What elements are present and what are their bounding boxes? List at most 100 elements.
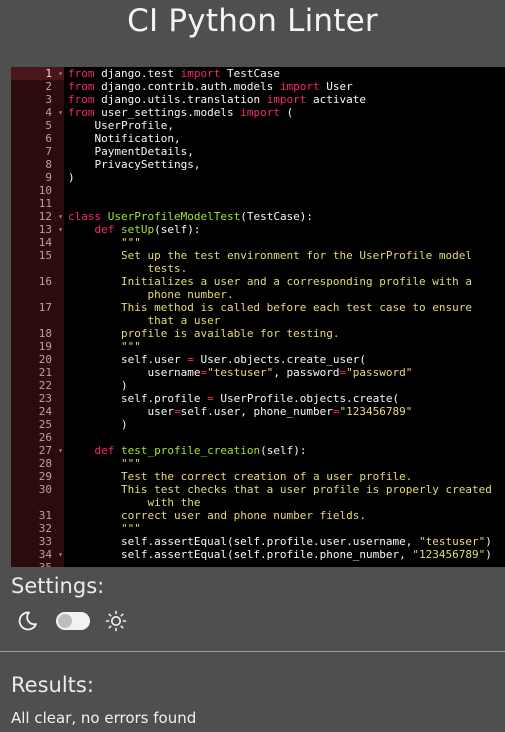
code-line[interactable]: 2 from django.contrib.auth.models import … <box>11 80 505 93</box>
toggle-knob <box>58 614 72 628</box>
string-token: phone number. <box>147 288 234 301</box>
settings-row <box>15 609 128 633</box>
code-line[interactable]: 19 """ <box>11 340 505 353</box>
code-token: self.assertEqual(self.profile.phone_numb… <box>68 548 413 561</box>
code-token: self.profile <box>68 392 208 405</box>
line-number: 6 <box>45 132 52 145</box>
code-line[interactable]: 9) <box>11 171 505 184</box>
code-line[interactable]: 1 ▾ from django.test import TestCase <box>11 67 505 80</box>
code-line[interactable]: 33 self.assertEqual(self.profile.user.us… <box>11 535 505 548</box>
line-number: 29 <box>38 470 52 483</box>
code-token: ) <box>68 171 75 184</box>
line-number: 1 ▾ <box>11 67 64 80</box>
code-token: username <box>68 366 201 379</box>
code-token: UserProfile.objects.create( <box>213 392 400 405</box>
code-line[interactable]: 24 user=self.user, phone_number="1234567… <box>11 405 505 418</box>
page-title: CI Python Linter <box>127 3 378 39</box>
code-line[interactable]: 4 ▾ from user_settings.models import ( <box>11 106 505 119</box>
theme-toggle[interactable] <box>56 612 90 630</box>
code-line[interactable]: 13 ▾ def setUp(self): <box>11 223 505 236</box>
sun-icon[interactable] <box>104 609 128 633</box>
keyword-token: import <box>180 67 221 80</box>
keyword-token: = <box>173 405 181 418</box>
code-line[interactable]: 6 Notification, <box>11 132 505 145</box>
keyword-token: from <box>68 106 95 119</box>
code-token: user_settings.models <box>94 106 241 119</box>
code-text: that a user <box>64 314 220 327</box>
code-line[interactable]: 5 UserProfile, <box>11 119 505 132</box>
code-text: profile is available for testing. <box>64 327 340 340</box>
code-line[interactable]: 32 """ <box>11 522 505 535</box>
fold-arrow-icon[interactable]: ▾ <box>58 223 63 236</box>
code-text: UserProfile, <box>64 119 173 132</box>
code-line[interactable]: 20 self.user = User.objects.create_user( <box>11 353 505 366</box>
code-line[interactable]: 22 ) <box>11 379 505 392</box>
keyword-token: import <box>279 80 320 93</box>
code-text: This test checks that a user profile is … <box>64 483 492 496</box>
code-line[interactable]: 15 Set up the test environment for the U… <box>11 249 505 262</box>
code-text: correct user and phone number fields. <box>64 509 366 522</box>
code-line[interactable]: 30 This test checks that a user profile … <box>11 483 505 496</box>
line-number <box>11 496 64 509</box>
code-line[interactable]: 29 Test the correct creation of a user p… <box>11 470 505 483</box>
code-token: user <box>68 405 174 418</box>
code-line[interactable]: with the <box>11 496 505 509</box>
line-number: 3 <box>45 93 52 106</box>
code-line[interactable]: 26 <box>11 431 505 444</box>
keyword-token: from <box>68 67 95 80</box>
code-line[interactable]: 8 PrivacySettings, <box>11 158 505 171</box>
code-line[interactable]: 14 """ <box>11 236 505 249</box>
keyword-token: from <box>68 80 95 93</box>
code-text: username="testuser", password="password" <box>64 366 412 379</box>
code-editor[interactable]: 1 ▾ from django.test import TestCase 2 from … <box>11 67 505 567</box>
code-line[interactable]: phone number. <box>11 288 505 301</box>
code-token: PaymentDetails, <box>68 145 194 158</box>
moon-icon[interactable] <box>15 609 39 633</box>
code-token: (TestCase): <box>240 210 314 223</box>
code-line[interactable]: 10 <box>11 184 505 197</box>
code-text: Notification, <box>64 132 181 145</box>
code-line[interactable]: 27 ▾ def test_profile_creation(self): <box>11 444 505 457</box>
line-number <box>11 262 64 275</box>
code-line[interactable]: tests. <box>11 262 505 275</box>
code-line[interactable]: 7 PaymentDetails, <box>11 145 505 158</box>
code-line[interactable]: 28 """ <box>11 457 505 470</box>
code-line[interactable]: 3 from django.utils.translation import ac… <box>11 93 505 106</box>
code-line[interactable]: 31 correct user and phone number fields. <box>11 509 505 522</box>
function-name-token: setUp <box>121 223 155 236</box>
code-line[interactable]: 17 This method is called before each tes… <box>11 301 505 314</box>
code-token: Notification, <box>68 132 181 145</box>
fold-arrow-icon[interactable]: ▾ <box>58 210 63 223</box>
code-line[interactable]: 25 ) <box>11 418 505 431</box>
line-number: 15 <box>38 249 52 262</box>
string-token: """ <box>120 236 141 249</box>
fold-arrow-icon[interactable]: ▾ <box>58 444 63 457</box>
code-line[interactable]: 18 profile is available for testing. <box>11 327 505 340</box>
line-number: 8 <box>45 158 52 171</box>
line-number: 25 <box>38 418 52 431</box>
fold-arrow-icon[interactable]: ▾ <box>58 548 63 561</box>
fold-arrow-icon[interactable]: ▾ <box>58 67 63 80</box>
code-lines[interactable]: 1 ▾ from django.test import TestCase 2 from … <box>11 67 505 567</box>
line-number: 28 <box>38 457 52 470</box>
code-line[interactable]: 34 ▾ self.assertEqual(self.profile.phone_… <box>11 548 505 561</box>
code-line[interactable]: that a user <box>11 314 505 327</box>
code-line[interactable]: 16 Initializes a user and a correspondin… <box>11 275 505 288</box>
code-text: from user_settings.models import ( <box>64 106 293 119</box>
code-line[interactable]: 21 username="testuser", password="passwo… <box>11 366 505 379</box>
code-text: tests. <box>64 262 187 275</box>
code-line[interactable]: 23 self.profile = UserProfile.objects.cr… <box>11 392 505 405</box>
code-line[interactable]: 11 <box>11 197 505 210</box>
keyword-token: def <box>94 444 115 457</box>
string-token: Set up the test environment for the User… <box>120 249 472 262</box>
code-line[interactable]: 12 ▾ class UserProfileModelTest(TestCase): <box>11 210 505 223</box>
fold-arrow-icon[interactable]: ▾ <box>58 106 63 119</box>
code-line[interactable]: 35 <box>11 561 505 567</box>
